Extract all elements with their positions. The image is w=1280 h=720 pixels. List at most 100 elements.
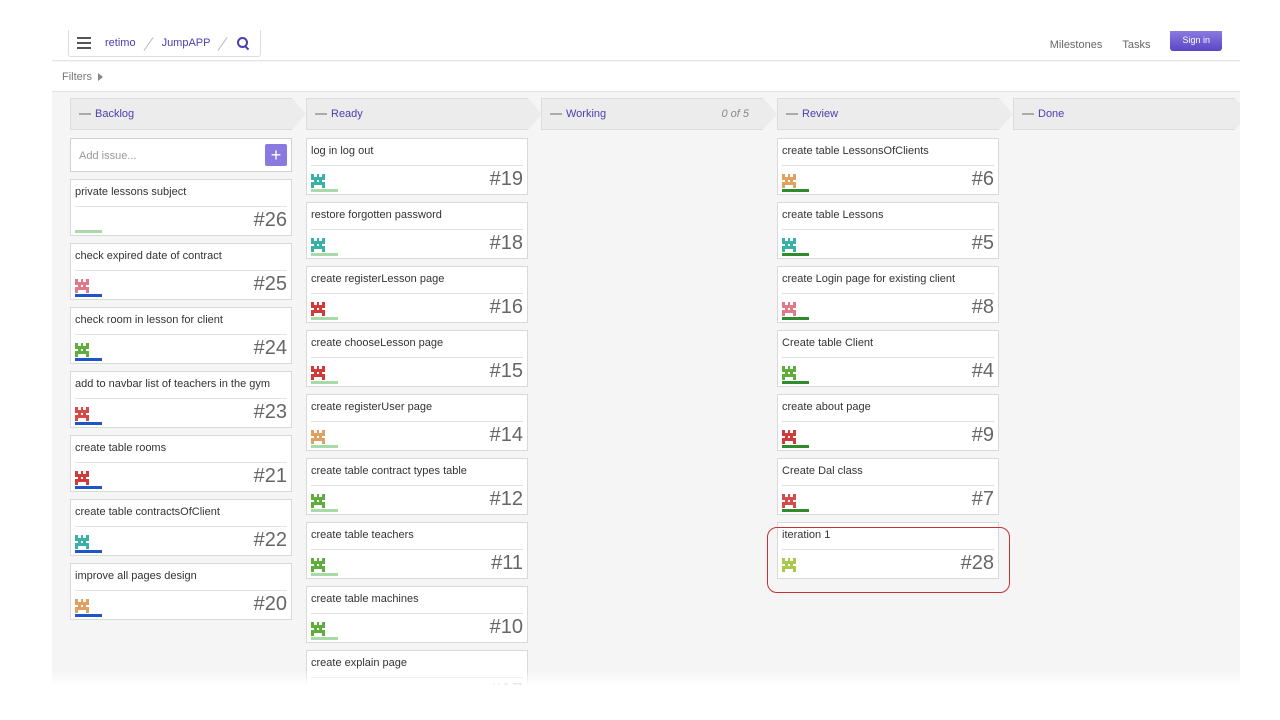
red-crab-icon[interactable] xyxy=(75,471,89,485)
orange-cup-icon[interactable] xyxy=(75,599,89,613)
column-header[interactable]: Backlog xyxy=(70,98,306,130)
issue-number[interactable]: #20 xyxy=(254,593,287,616)
issue-title[interactable]: create Login page for existing client xyxy=(782,273,955,285)
issue-number[interactable]: #25 xyxy=(254,273,287,296)
issue-card[interactable]: log in log out #19 xyxy=(306,138,528,195)
issue-number[interactable]: #16 xyxy=(490,296,523,319)
issue-number[interactable]: #19 xyxy=(490,168,523,191)
issue-number[interactable]: #15 xyxy=(490,360,523,383)
column-header[interactable]: Review xyxy=(777,98,1013,130)
collapse-dash-icon[interactable] xyxy=(786,113,798,115)
red-block-icon[interactable] xyxy=(782,494,796,508)
green-figure-icon[interactable] xyxy=(311,622,325,636)
issue-title[interactable]: restore forgotten password xyxy=(311,209,442,221)
issue-number[interactable]: #4 xyxy=(972,360,994,383)
search-icon[interactable] xyxy=(236,36,250,50)
issue-number[interactable]: #26 xyxy=(254,209,287,232)
issue-title[interactable]: create table LessonsOfClients xyxy=(782,145,929,157)
issue-card[interactable]: create registerUser page #14 xyxy=(306,394,528,451)
breadcrumb-repo[interactable]: JumpAPP xyxy=(156,37,217,49)
issue-title[interactable]: create table teachers xyxy=(311,529,414,541)
issue-title[interactable]: add to navbar list of teachers in the gy… xyxy=(75,378,270,390)
issue-number[interactable]: #12 xyxy=(490,488,523,511)
teal-face-icon[interactable] xyxy=(311,238,325,252)
green-figure-icon[interactable] xyxy=(782,366,796,380)
red-crab-icon[interactable] xyxy=(311,302,325,316)
issue-title[interactable]: create table rooms xyxy=(75,442,166,454)
issue-title[interactable]: check room in lesson for client xyxy=(75,314,223,326)
issue-title[interactable]: create table contract types table xyxy=(311,465,467,477)
collapse-dash-icon[interactable] xyxy=(315,113,327,115)
pink-robot-icon[interactable] xyxy=(782,302,796,316)
issue-card[interactable]: improve all pages design #20 xyxy=(70,563,292,620)
issue-title[interactable]: create table Lessons xyxy=(782,209,884,221)
teal-face-icon[interactable] xyxy=(75,535,89,549)
issue-title[interactable]: create about page xyxy=(782,401,871,413)
teal-face-icon[interactable] xyxy=(782,238,796,252)
issue-card[interactable]: create Login page for existing client #8 xyxy=(777,266,999,323)
issue-card[interactable]: add to navbar list of teachers in the gy… xyxy=(70,371,292,428)
menu-icon[interactable] xyxy=(77,37,91,49)
issue-title[interactable]: Create Dal class xyxy=(782,465,863,477)
red-crab-icon[interactable] xyxy=(311,366,325,380)
collapse-dash-icon[interactable] xyxy=(1022,113,1034,115)
add-issue-input[interactable]: Add issue... xyxy=(79,150,136,162)
issue-card[interactable]: private lessons subject #26 xyxy=(70,179,292,236)
issue-number[interactable]: #21 xyxy=(254,465,287,488)
issue-number[interactable]: #7 xyxy=(972,488,994,511)
issue-card[interactable]: create table contract types table #12 xyxy=(306,458,528,515)
filters-label[interactable]: Filters xyxy=(62,71,92,83)
issue-number[interactable]: #14 xyxy=(490,424,523,447)
pink-robot-icon[interactable] xyxy=(75,279,89,293)
issue-card[interactable]: create table rooms #21 xyxy=(70,435,292,492)
collapse-dash-icon[interactable] xyxy=(550,113,562,115)
issue-number[interactable]: #23 xyxy=(254,401,287,424)
issue-card[interactable]: create table contractsOfClient #22 xyxy=(70,499,292,556)
issue-card[interactable]: create chooseLesson page #15 xyxy=(306,330,528,387)
issue-title[interactable]: create registerLesson page xyxy=(311,273,444,285)
issue-title[interactable]: check expired date of contract xyxy=(75,250,222,262)
red-block-icon[interactable] xyxy=(75,407,89,421)
issue-title[interactable]: improve all pages design xyxy=(75,570,197,582)
issue-number[interactable]: #8 xyxy=(972,296,994,319)
issue-card[interactable]: create table Lessons #5 xyxy=(777,202,999,259)
milestones-link[interactable]: Milestones xyxy=(1050,39,1103,51)
orange-cup-icon[interactable] xyxy=(782,174,796,188)
filter-bar[interactable]: Filters xyxy=(52,62,1240,92)
issue-number[interactable]: #11 xyxy=(491,552,523,575)
issue-card[interactable]: create table LessonsOfClients #6 xyxy=(777,138,999,195)
issue-title[interactable]: log in log out xyxy=(311,145,373,157)
column-header[interactable]: Ready xyxy=(306,98,542,130)
green-figure-icon[interactable] xyxy=(311,558,325,572)
breadcrumb-owner[interactable]: retimo xyxy=(99,37,142,49)
issue-number[interactable]: #24 xyxy=(254,337,287,360)
green-figure-icon[interactable] xyxy=(75,343,89,357)
issue-card[interactable]: Create table Client #4 xyxy=(777,330,999,387)
issue-number[interactable]: #10 xyxy=(490,616,523,639)
issue-card[interactable]: check room in lesson for client #24 xyxy=(70,307,292,364)
issue-card[interactable]: create table teachers #11 xyxy=(306,522,528,579)
teal-face-icon[interactable] xyxy=(311,174,325,188)
issue-number[interactable]: #5 xyxy=(972,232,994,255)
issue-number[interactable]: #6 xyxy=(972,168,994,191)
issue-number[interactable]: #9 xyxy=(972,424,994,447)
column-header[interactable]: Done xyxy=(1013,98,1240,130)
red-crab-icon[interactable] xyxy=(782,430,796,444)
issue-card[interactable]: Create Dal class #7 xyxy=(777,458,999,515)
tasks-link[interactable]: Tasks xyxy=(1122,39,1150,51)
issue-title[interactable]: create table contractsOfClient xyxy=(75,506,220,518)
issue-number[interactable]: #22 xyxy=(254,529,287,552)
column-header[interactable]: Working 0 of 5 xyxy=(541,98,777,130)
orange-cup-icon[interactable] xyxy=(311,430,325,444)
issue-card[interactable]: create table machines #10 xyxy=(306,586,528,643)
issue-card[interactable]: create registerLesson page #16 xyxy=(306,266,528,323)
issue-card[interactable]: create about page #9 xyxy=(777,394,999,451)
issue-title[interactable]: create explain page xyxy=(311,657,407,669)
issue-title[interactable]: private lessons subject xyxy=(75,186,186,198)
sign-in-button[interactable]: Sign in xyxy=(1170,31,1222,51)
issue-title[interactable]: create table machines xyxy=(311,593,419,605)
issue-title[interactable]: create chooseLesson page xyxy=(311,337,443,349)
add-issue-button[interactable]: + xyxy=(265,144,287,166)
issue-card[interactable]: restore forgotten password #18 xyxy=(306,202,528,259)
issue-number[interactable]: #18 xyxy=(490,232,523,255)
